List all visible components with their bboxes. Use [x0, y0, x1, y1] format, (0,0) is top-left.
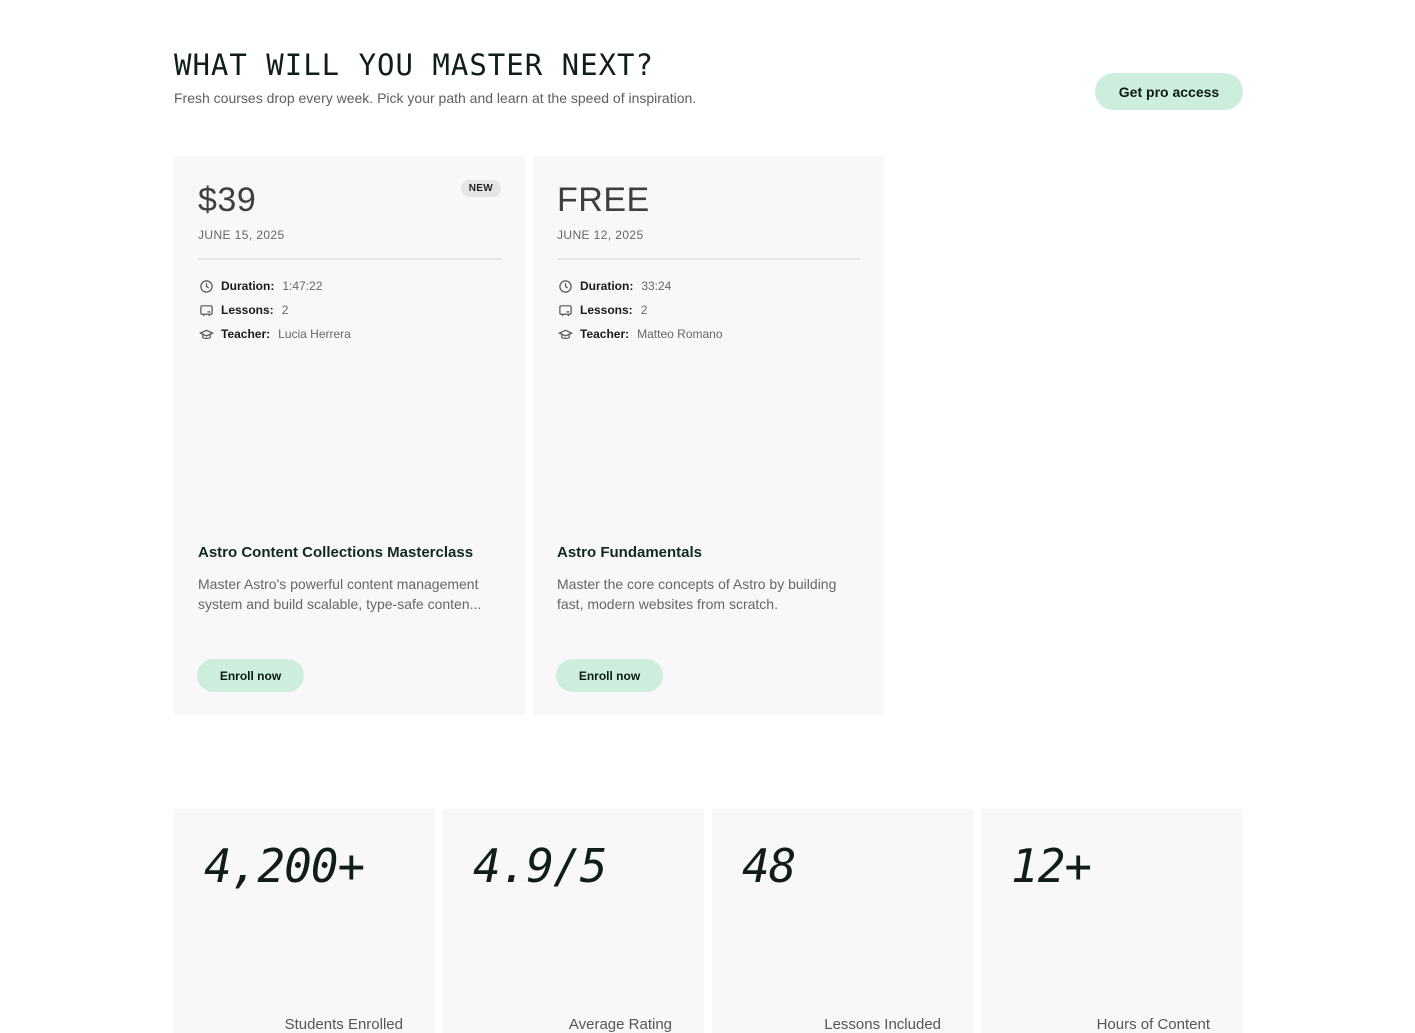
stat-value: 48 — [742, 839, 796, 893]
new-badge: NEW — [460, 180, 501, 197]
course-title[interactable]: Astro Content Collections Masterclass — [198, 544, 473, 561]
course-card: FREE JUNE 12, 2025 Duration: 33:24 Lesso… — [533, 156, 884, 715]
stat-rating: 4.9/5 Average Rating — [443, 809, 704, 1033]
duration-label: Duration: — [221, 279, 275, 293]
page-title: WHAT WILL YOU MASTER NEXT? — [174, 48, 654, 82]
screen-icon — [557, 302, 573, 318]
teacher-value: Lucia Herrera — [278, 327, 351, 341]
course-title[interactable]: Astro Fundamentals — [557, 544, 702, 561]
course-price: $39 — [198, 181, 257, 219]
screen-icon — [198, 302, 214, 318]
duration-value: 33:24 — [641, 279, 672, 293]
course-card: $39 NEW JUNE 15, 2025 Duration: 1:47:22 … — [174, 156, 525, 715]
teacher-label: Teacher: — [221, 327, 271, 341]
stat-label: Students Enrolled — [284, 1016, 403, 1033]
stat-value: 4.9/5 — [473, 839, 607, 893]
lessons-row: Lessons: 2 — [198, 298, 501, 322]
course-date: JUNE 15, 2025 — [198, 228, 285, 242]
lessons-label: Lessons: — [221, 303, 274, 317]
duration-label: Duration: — [580, 279, 634, 293]
duration-value: 1:47:22 — [282, 279, 323, 293]
divider — [557, 258, 860, 260]
section-header: WHAT WILL YOU MASTER NEXT? Fresh courses… — [174, 48, 1243, 118]
teacher-row: Teacher: Lucia Herrera — [198, 322, 501, 346]
lessons-row: Lessons: 2 — [557, 298, 860, 322]
course-price: FREE — [557, 181, 650, 219]
clock-icon — [198, 278, 214, 294]
stats-row: 4,200+ Students Enrolled 4.9/5 Average R… — [174, 809, 1242, 1033]
graduation-cap-icon — [198, 326, 214, 342]
course-cards: $39 NEW JUNE 15, 2025 Duration: 1:47:22 … — [174, 156, 884, 715]
course-date: JUNE 12, 2025 — [557, 228, 644, 242]
stat-hours: 12+ Hours of Content — [981, 809, 1242, 1033]
course-description: Master Astro's powerful content manageme… — [198, 576, 482, 612]
page-subtitle: Fresh courses drop every week. Pick your… — [174, 90, 697, 106]
get-pro-access-button[interactable]: Get pro access — [1095, 73, 1243, 110]
stat-label: Lessons Included — [824, 1016, 941, 1033]
lessons-value: 2 — [281, 303, 289, 317]
duration-row: Duration: 1:47:22 — [198, 274, 501, 298]
enroll-button[interactable]: Enroll now — [556, 659, 663, 692]
enroll-button[interactable]: Enroll now — [197, 659, 304, 692]
teacher-label: Teacher: — [580, 327, 630, 341]
graduation-cap-icon — [557, 326, 573, 342]
teacher-value: Matteo Romano — [637, 327, 723, 341]
lessons-label: Lessons: — [580, 303, 633, 317]
divider — [198, 258, 501, 260]
course-meta: Duration: 33:24 Lessons: 2 Teacher: Matt… — [557, 274, 860, 346]
stat-students: 4,200+ Students Enrolled — [174, 809, 435, 1033]
stat-value: 4,200+ — [204, 839, 365, 893]
course-meta: Duration: 1:47:22 Lessons: 2 Teacher: Lu… — [198, 274, 501, 346]
stat-label: Average Rating — [568, 1016, 672, 1033]
stat-lessons: 48 Lessons Included — [712, 809, 973, 1033]
lessons-value: 2 — [640, 303, 648, 317]
stat-value: 12+ — [1011, 839, 1092, 893]
clock-icon — [557, 278, 573, 294]
duration-row: Duration: 33:24 — [557, 274, 860, 298]
course-description: Master the core concepts of Astro by bui… — [557, 576, 837, 612]
teacher-row: Teacher: Matteo Romano — [557, 322, 860, 346]
stat-label: Hours of Content — [1096, 1016, 1210, 1033]
